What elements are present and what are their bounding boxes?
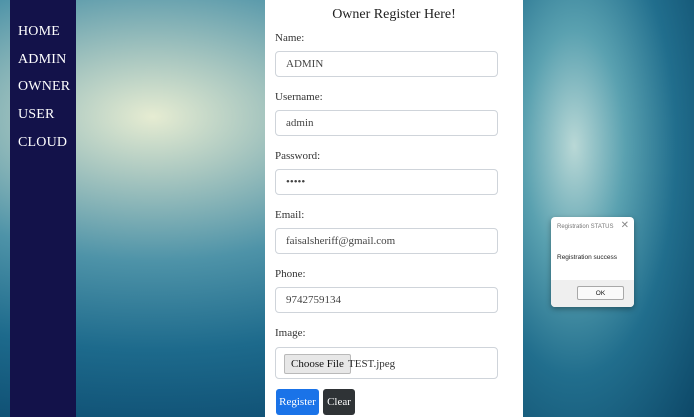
nav-item-owner[interactable]: OWNER [18, 79, 70, 95]
phone-label: Phone: [275, 268, 306, 280]
name-input[interactable] [275, 51, 498, 77]
name-label: Name: [275, 32, 305, 44]
close-icon[interactable]: ✕ [621, 220, 629, 231]
ok-button[interactable]: OK [577, 286, 624, 300]
dialog-message: Registration success [557, 254, 617, 261]
email-label: Email: [275, 209, 305, 221]
username-input[interactable] [275, 110, 498, 136]
nav-item-cloud[interactable]: CLOUD [18, 135, 67, 151]
register-button[interactable]: Register [276, 389, 319, 415]
nav-item-home[interactable]: HOME [18, 24, 60, 40]
phone-input[interactable] [275, 287, 498, 313]
password-label: Password: [275, 150, 321, 162]
dialog-footer: OK [551, 280, 634, 307]
username-label: Username: [275, 91, 323, 103]
nav-item-user[interactable]: USER [18, 107, 55, 123]
password-input[interactable] [275, 169, 498, 195]
register-form-panel: Owner Register Here! Name: Username: Pas… [265, 0, 523, 417]
image-file-input: Choose File TEST.jpeg [275, 347, 498, 379]
nav-item-admin[interactable]: ADMIN [18, 52, 66, 68]
choose-file-button[interactable]: Choose File [284, 354, 351, 374]
image-label: Image: [275, 327, 306, 339]
registration-status-dialog: Registration STATUS ✕ Registration succe… [551, 217, 634, 307]
clear-button[interactable]: Clear [323, 389, 355, 415]
email-input[interactable] [275, 228, 498, 254]
form-title: Owner Register Here! [332, 7, 456, 22]
selected-file-name: TEST.jpeg [348, 358, 396, 370]
background-right [523, 0, 694, 417]
sidebar: HOME ADMIN OWNER USER CLOUD [10, 0, 76, 417]
dialog-title: Registration STATUS [557, 224, 614, 230]
